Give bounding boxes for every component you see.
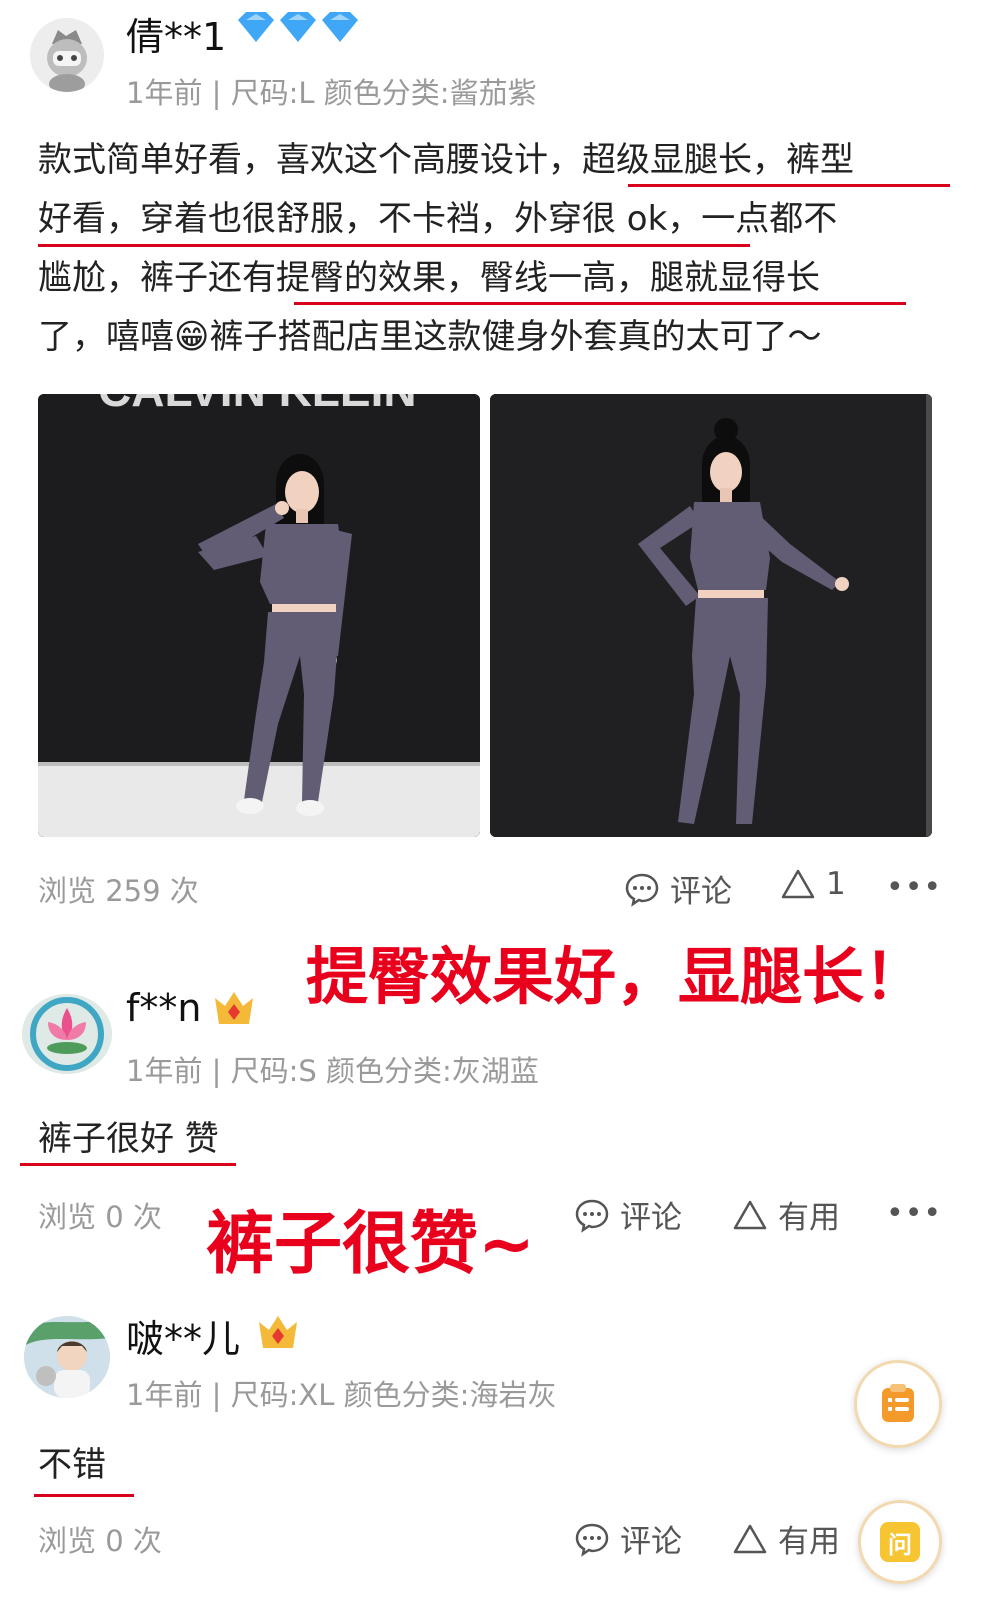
- avatar-user1[interactable]: [30, 18, 104, 92]
- wall-logo-text: CALVIN KLEIN: [98, 394, 417, 416]
- username-user2: f**n: [126, 986, 202, 1030]
- useful-button-user2[interactable]: 有用: [732, 1192, 840, 1237]
- robot-avatar-icon: [30, 18, 104, 92]
- lotus-avatar-icon: [22, 994, 112, 1074]
- crown-icon: [215, 992, 253, 1024]
- child-avatar-icon: [24, 1316, 110, 1398]
- floating-ask-button[interactable]: 问: [858, 1500, 942, 1584]
- vip-crown-badge: [212, 988, 256, 1032]
- comment-button-user2[interactable]: 评论: [574, 1192, 682, 1237]
- ask-label: 问: [888, 1530, 912, 1559]
- review-text-user1: 款式简单好看，喜欢这个高腰设计，超级显腿长，裤型 好看，穿着也很舒服，不卡裆，外…: [38, 131, 968, 367]
- review-line: 款式简单好看，喜欢这个高腰设计，超级显腿长，裤型: [38, 140, 854, 180]
- more-options-icon[interactable]: •••: [886, 1196, 942, 1231]
- crown-icon: [259, 1316, 297, 1348]
- review-photo-1[interactable]: CALVIN KLEIN: [38, 394, 480, 837]
- highlight-underline: [628, 184, 950, 187]
- highlight-underline: [38, 244, 750, 247]
- comment-label: 评论: [620, 1200, 682, 1236]
- like-count: 1: [826, 866, 846, 902]
- diamond-icon: [238, 12, 358, 42]
- triangle-like-icon: [733, 1200, 767, 1229]
- comment-button-user1[interactable]: 评论: [624, 866, 732, 911]
- useful-button-user3[interactable]: 有用: [732, 1516, 840, 1561]
- comment-bubble-icon: [575, 1199, 609, 1233]
- triangle-like-icon: [781, 869, 815, 899]
- clipboard-list-icon: [882, 1384, 914, 1422]
- views-count-user1: 浏览 259 次: [38, 874, 199, 908]
- review-line: 尴尬，裤子还有提臀的效果，臀线一高，腿就显得长: [38, 258, 820, 298]
- ask-icon: 问: [880, 1522, 920, 1562]
- more-options-icon[interactable]: •••: [886, 870, 942, 905]
- comment-bubble-icon: [625, 873, 659, 907]
- review-line: 好看，穿着也很舒服，不卡裆，外穿很 ok，一点都不: [38, 199, 838, 239]
- review-photo-2[interactable]: [490, 394, 932, 837]
- review-meta-user3: 1年前 | 尺码:XL 颜色分类:海岩灰: [126, 1378, 557, 1412]
- floating-list-button[interactable]: [854, 1360, 942, 1448]
- like-button-user1[interactable]: 1: [780, 866, 846, 902]
- highlight-underline: [20, 1163, 236, 1166]
- vip-diamond-badge: [236, 10, 360, 50]
- views-count-user3: 浏览 0 次: [38, 1524, 162, 1558]
- vip-crown-badge: [256, 1312, 300, 1356]
- highlight-underline: [34, 1494, 134, 1497]
- annotation-caption-1: 提臀效果好，显腿长！: [306, 940, 927, 1013]
- triangle-like-icon: [733, 1524, 767, 1553]
- comment-bubble-icon: [575, 1523, 609, 1557]
- comment-label: 评论: [620, 1524, 682, 1560]
- review-line: 了，嘻嘻😁裤子搭配店里这款健身外套真的太可了～: [38, 317, 822, 357]
- useful-label: 有用: [778, 1524, 840, 1560]
- avatar-user3[interactable]: [24, 1316, 110, 1398]
- review-text-user2: 裤子很好 赞: [38, 1119, 219, 1159]
- comment-label: 评论: [670, 874, 732, 910]
- review-meta-user2: 1年前 | 尺码:S 颜色分类:灰湖蓝: [126, 1054, 539, 1088]
- username-user1: 倩**1: [126, 15, 227, 59]
- model-photo-image: [490, 394, 932, 837]
- review-meta-user1: 1年前 | 尺码:L 颜色分类:酱茄紫: [126, 76, 537, 110]
- annotation-caption-2: 裤子很赞~: [206, 1205, 535, 1284]
- comment-button-user3[interactable]: 评论: [574, 1516, 682, 1561]
- model-photo-image: CALVIN KLEIN: [38, 394, 480, 837]
- useful-label: 有用: [778, 1200, 840, 1236]
- views-count-user2: 浏览 0 次: [38, 1200, 162, 1234]
- username-user3: 啵**儿: [126, 1317, 241, 1361]
- highlight-underline: [294, 302, 906, 305]
- review-text-user3: 不错: [38, 1445, 106, 1485]
- avatar-user2[interactable]: [22, 994, 112, 1074]
